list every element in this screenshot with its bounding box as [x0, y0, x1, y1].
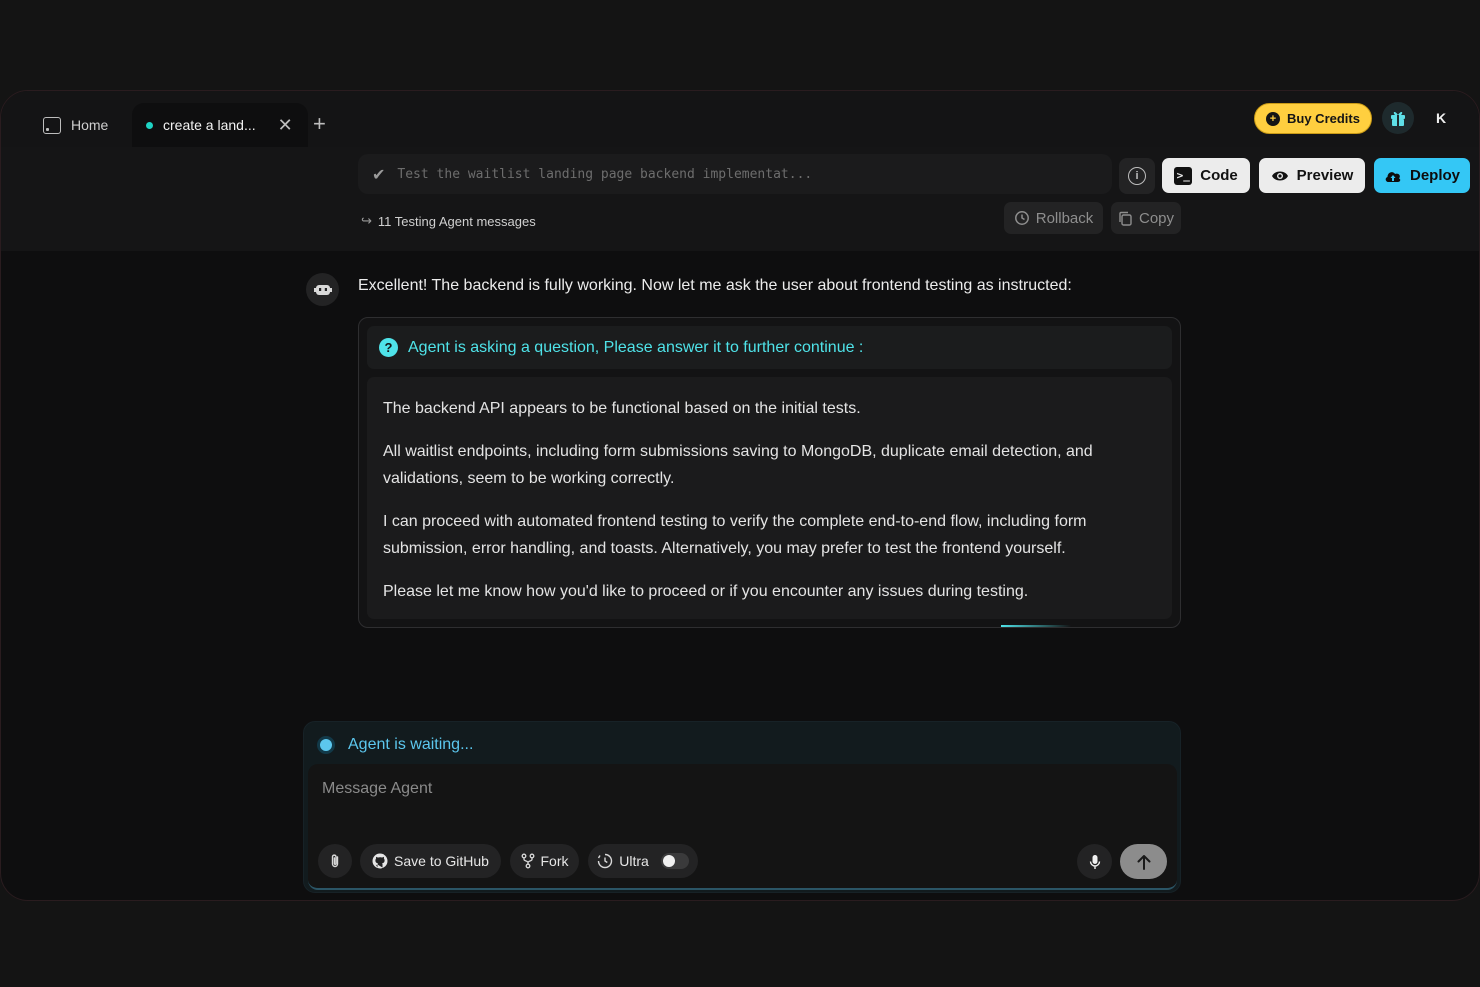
info-button[interactable]: i [1119, 158, 1155, 194]
voice-input-button[interactable] [1077, 844, 1112, 879]
task-summary[interactable]: ✔ Test the waitlist landing page backend… [358, 154, 1112, 194]
gift-button[interactable] [1382, 102, 1414, 134]
agent-message: Excellent! The backend is fully working.… [358, 277, 1072, 294]
task-text: Test the waitlist landing page backend i… [397, 166, 813, 182]
eye-icon [1271, 171, 1288, 180]
code-label: Code [1200, 167, 1238, 184]
deploy-label: Deploy [1409, 167, 1460, 184]
question-paragraph: I can proceed with automated frontend te… [383, 513, 1087, 557]
tab-project-label: create a land... [163, 117, 256, 133]
copy-button[interactable]: Copy [1111, 202, 1181, 234]
tab-bar: Home create a land... ✕ + + Buy Credits … [1, 91, 1479, 147]
question-header-text: Agent is asking a question, Please answe… [408, 338, 864, 356]
info-icon: i [1128, 167, 1146, 185]
avatar[interactable]: K [1425, 102, 1457, 134]
subagent-messages-label: 11 Testing Agent messages [377, 213, 536, 229]
close-icon[interactable]: ✕ [278, 116, 293, 134]
copy-label: Copy [1138, 209, 1175, 227]
buy-credits-button[interactable]: + Buy Credits [1254, 103, 1372, 134]
terminal-icon: >_ [1174, 166, 1193, 185]
preview-label: Preview [1296, 167, 1354, 184]
question-body: The backend API appears to be functional… [367, 377, 1172, 619]
ultra-label: Ultra [619, 853, 649, 869]
agent-status: Agent is waiting... [320, 736, 473, 754]
agent-question-card: ? Agent is asking a question, Please ans… [358, 317, 1181, 628]
tab-home-label: Home [71, 117, 109, 133]
agent-status-label: Agent is waiting... [348, 736, 474, 753]
rollback-label: Rollback [1035, 209, 1094, 227]
subagent-messages-link[interactable]: ↪ 11 Testing Agent messages [361, 213, 536, 229]
preview-button[interactable]: Preview [1259, 158, 1365, 193]
status-dot [320, 739, 332, 751]
agent-avatar [306, 273, 339, 306]
tab-home[interactable]: Home [31, 105, 131, 145]
question-header: ? Agent is asking a question, Please ans… [367, 326, 1172, 369]
plus-icon[interactable]: + [313, 113, 326, 135]
ultra-toggle[interactable]: Ultra [588, 844, 698, 878]
code-button[interactable]: >_ Code [1162, 158, 1250, 193]
status-dot [146, 121, 153, 129]
question-paragraph: The backend API appears to be functional… [383, 400, 861, 417]
history-icon [1014, 211, 1029, 225]
arrow-up-icon [1137, 854, 1150, 870]
question-icon: ? [379, 338, 398, 357]
gift-icon [1391, 111, 1405, 126]
loading-indicator [1001, 625, 1071, 627]
deploy-button[interactable]: Deploy [1374, 158, 1470, 193]
fork-icon [521, 853, 534, 869]
check-icon: ✔ [372, 164, 386, 184]
save-to-github-label: Save to GitHub [394, 853, 489, 869]
send-button[interactable] [1120, 844, 1167, 879]
message-area: Save to GitHub Fork Ultra [308, 764, 1177, 890]
composer: Agent is waiting... Save to GitHub [303, 721, 1181, 893]
tab-project[interactable]: create a land... ✕ [132, 103, 308, 147]
copy-icon [1119, 211, 1132, 226]
fork-button[interactable]: Fork [510, 844, 579, 878]
rollback-button[interactable]: Rollback [1004, 202, 1103, 234]
buy-credits-label: Buy Credits [1287, 111, 1360, 126]
subdirectory-arrow-icon: ↪ [361, 213, 372, 228]
ultra-icon [598, 853, 613, 869]
message-input[interactable] [322, 776, 1142, 802]
app-window: Home create a land... ✕ + + Buy Credits … [0, 90, 1480, 901]
coin-icon: + [1266, 111, 1281, 126]
attach-button[interactable] [318, 844, 352, 878]
fork-label: Fork [540, 853, 569, 869]
question-paragraph: Please let me know how you'd like to pro… [383, 583, 1029, 600]
save-to-github-button[interactable]: Save to GitHub [360, 844, 501, 878]
ultra-switch[interactable] [660, 853, 689, 869]
robot-icon [313, 284, 332, 295]
mic-icon [1089, 854, 1100, 869]
question-paragraph: All waitlist endpoints, including form s… [383, 443, 1093, 487]
cloud-upload-icon [1385, 171, 1401, 182]
paperclip-icon [331, 854, 339, 868]
home-icon [43, 116, 61, 134]
github-icon [372, 853, 388, 869]
